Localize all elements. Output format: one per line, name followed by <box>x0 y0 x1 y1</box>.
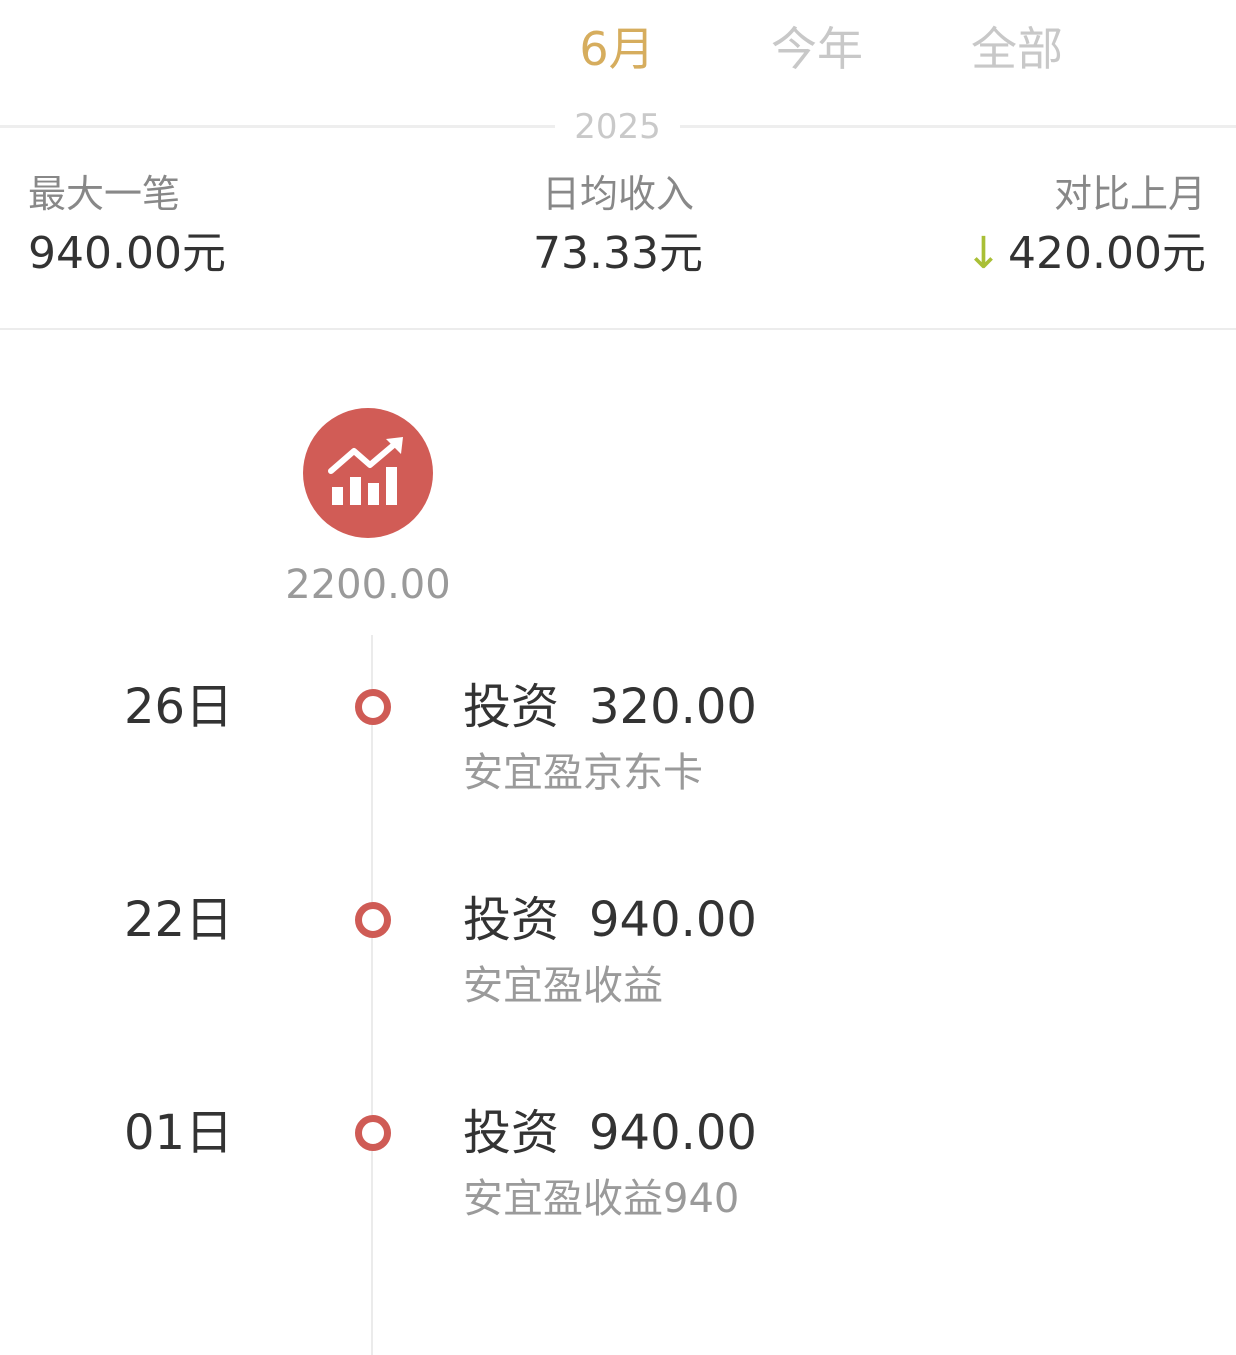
stat-max-single: 最大一笔 940.00元 <box>28 165 348 285</box>
stat-daily-avg: 日均收入 73.33元 <box>458 165 778 285</box>
stat-vs-last-month-value-row: ↓ 420.00元 <box>886 223 1206 285</box>
stat-max-single-label: 最大一笔 <box>28 172 181 216</box>
tab-this-year[interactable]: 今年 <box>717 22 917 76</box>
entry-day: 26日 <box>124 679 234 735</box>
arrow-down-icon: ↓ <box>965 228 1003 279</box>
tab-all[interactable]: 全部 <box>917 22 1117 76</box>
entry-category: 投资 <box>463 679 560 735</box>
stat-vs-last-month-label: 对比上月 <box>1053 172 1206 216</box>
stat-max-single-value: 940.00元 <box>28 228 226 279</box>
timeline-dot-icon <box>355 902 391 938</box>
entry-main: 投资 320.00 <box>463 677 757 737</box>
entry-note: 安宜盈京东卡 <box>463 750 703 796</box>
timeline-dot-icon <box>355 1115 391 1151</box>
entry-amount: 940.00 <box>589 892 757 948</box>
period-tabs: 6月 今年 全部 <box>0 0 1236 110</box>
year-label: 2025 <box>574 107 661 147</box>
tab-month[interactable]: 6月 <box>517 22 717 76</box>
divider-line-right <box>680 125 1236 128</box>
list-item[interactable]: 26日 投资 320.00 安宜盈京东卡 <box>0 677 1236 827</box>
entry-day: 22日 <box>124 892 234 948</box>
stat-vs-last-month: 对比上月 ↓ 420.00元 <box>886 165 1206 285</box>
list-item[interactable]: 22日 投资 940.00 安宜盈收益 <box>0 890 1236 1040</box>
year-divider: 2025 <box>0 105 1236 149</box>
timeline-dot-icon <box>355 689 391 725</box>
entry-category: 投资 <box>463 1105 560 1161</box>
stat-vs-last-month-value: 420.00元 <box>1008 228 1206 279</box>
entry-main: 投资 940.00 <box>463 1103 757 1163</box>
divider-line-left <box>0 125 555 128</box>
entry-amount: 320.00 <box>589 679 757 735</box>
entry-note: 安宜盈收益 <box>463 963 663 1009</box>
entry-main: 投资 940.00 <box>463 890 757 950</box>
entry-amount: 940.00 <box>589 1105 757 1161</box>
entry-category: 投资 <box>463 892 560 948</box>
stats-row: 最大一笔 940.00元 日均收入 73.33元 对比上月 ↓ 420.00元 <box>0 165 1236 330</box>
category-total: 2200.00 <box>285 562 451 608</box>
entry-note: 安宜盈收益940 <box>463 1176 740 1222</box>
stat-daily-avg-label: 日均收入 <box>541 172 694 216</box>
list-item[interactable]: 01日 投资 940.00 安宜盈收益940 <box>0 1103 1236 1253</box>
stat-daily-avg-value: 73.33元 <box>533 228 703 279</box>
investment-chart-icon <box>328 437 403 505</box>
entry-day: 01日 <box>124 1105 234 1161</box>
category-investment-button[interactable] <box>303 408 433 538</box>
